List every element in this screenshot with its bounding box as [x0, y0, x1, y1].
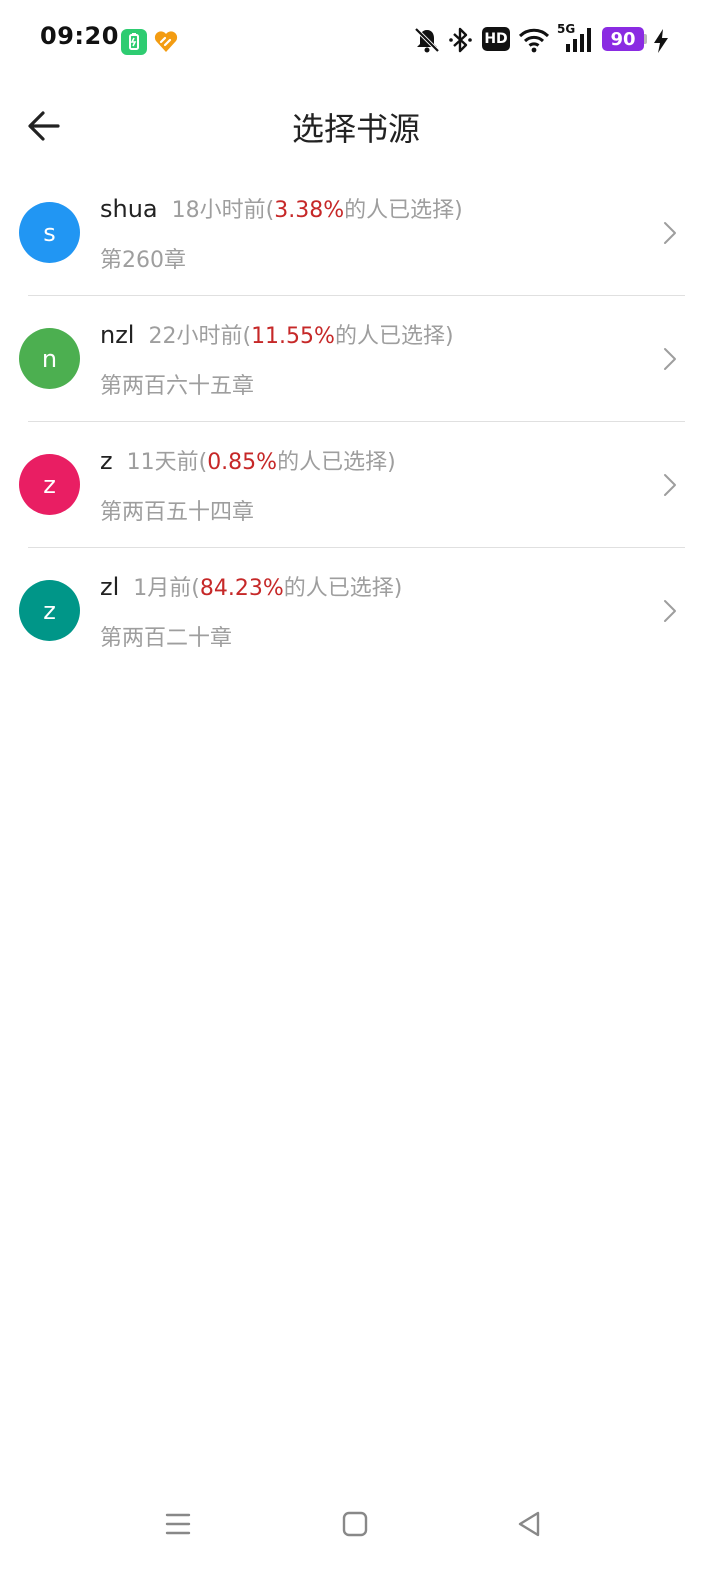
select-suffix: 的人已选择) [277, 450, 396, 475]
avatar-letter: s [43, 218, 56, 247]
latest-chapter: 第两百六十五章 [100, 374, 255, 399]
select-percent: 0.85% [207, 450, 278, 475]
update-time: 22小时前( [148, 324, 252, 349]
app-header: 选择书源 [0, 80, 720, 170]
battery-level: 90 [610, 28, 636, 50]
avatar-letter: z [43, 470, 56, 499]
latest-chapter: 第260章 [100, 248, 186, 273]
select-percent: 84.23% [199, 576, 284, 601]
recent-apps-button[interactable] [158, 1504, 198, 1544]
source-info: z 11天前(0.85%的人已选择) [100, 444, 396, 476]
bluetooth-icon [449, 27, 472, 53]
source-name: z [100, 447, 113, 475]
avatar-letter: n [41, 344, 58, 373]
back-icon [518, 1511, 540, 1537]
source-item-zl[interactable]: z zl 1月前(84.23%的人已选择) 第两百二十章 [0, 548, 720, 674]
source-name: nzl [100, 321, 135, 349]
home-icon [342, 1511, 368, 1537]
chevron-right-icon [664, 474, 676, 496]
source-info: shua 18小时前(3.38%的人已选择) [100, 192, 463, 224]
source-info: nzl 22小时前(11.55%的人已选择) [100, 318, 454, 350]
source-name: shua [100, 195, 158, 223]
page-title: 选择书源 [291, 110, 420, 148]
select-suffix: 的人已选择) [334, 324, 454, 349]
chevron-right-icon [664, 222, 676, 244]
battery-saver-app-icon [121, 29, 147, 55]
home-button[interactable] [335, 1504, 375, 1544]
source-info: zl 1月前(84.23%的人已选择) [100, 570, 402, 602]
source-item-z[interactable]: z z 11天前(0.85%的人已选择) 第两百五十四章 [0, 422, 720, 548]
menu-icon [165, 1513, 191, 1535]
hd-label: HD [484, 31, 508, 47]
chevron-right-icon [664, 600, 676, 622]
latest-chapter: 第两百五十四章 [100, 500, 255, 525]
bell-off-icon [414, 27, 440, 53]
avatar-letter: z [43, 596, 56, 625]
battery-icon: 90 [602, 27, 644, 51]
status-bar: 09:20 HD 5G 90 [0, 0, 720, 80]
update-time: 11天前( [126, 450, 208, 475]
latest-chapter: 第两百二十章 [100, 626, 233, 651]
chevron-right-icon [664, 348, 676, 370]
source-list: s shua 18小时前(3.38%的人已选择) 第260章 n nzl 22小时前… [0, 170, 720, 674]
avatar: z [19, 580, 80, 641]
select-suffix: 的人已选择) [344, 198, 463, 223]
avatar: z [19, 454, 80, 515]
system-back-button[interactable] [510, 1504, 550, 1544]
source-item-shua[interactable]: s shua 18小时前(3.38%的人已选择) 第260章 [0, 170, 720, 296]
status-time: 09:20 [40, 22, 119, 50]
heart-app-icon [154, 31, 178, 52]
hd-icon: HD [482, 27, 510, 51]
avatar: n [19, 328, 80, 389]
select-suffix: 的人已选择) [283, 576, 403, 601]
battery-nub [644, 34, 647, 44]
wifi-icon [518, 28, 550, 53]
source-item-nzl[interactable]: n nzl 22小时前(11.55%的人已选择) 第两百六十五章 [0, 296, 720, 422]
update-time: 1月前( [133, 576, 200, 601]
source-name: zl [100, 573, 120, 601]
select-percent: 11.55% [251, 324, 335, 349]
system-nav-bar [0, 1494, 720, 1554]
avatar: s [19, 202, 80, 263]
signal-icon [566, 28, 591, 52]
charging-icon [654, 29, 668, 53]
select-percent: 3.38% [274, 198, 345, 223]
update-time: 18小时前( [171, 198, 275, 223]
